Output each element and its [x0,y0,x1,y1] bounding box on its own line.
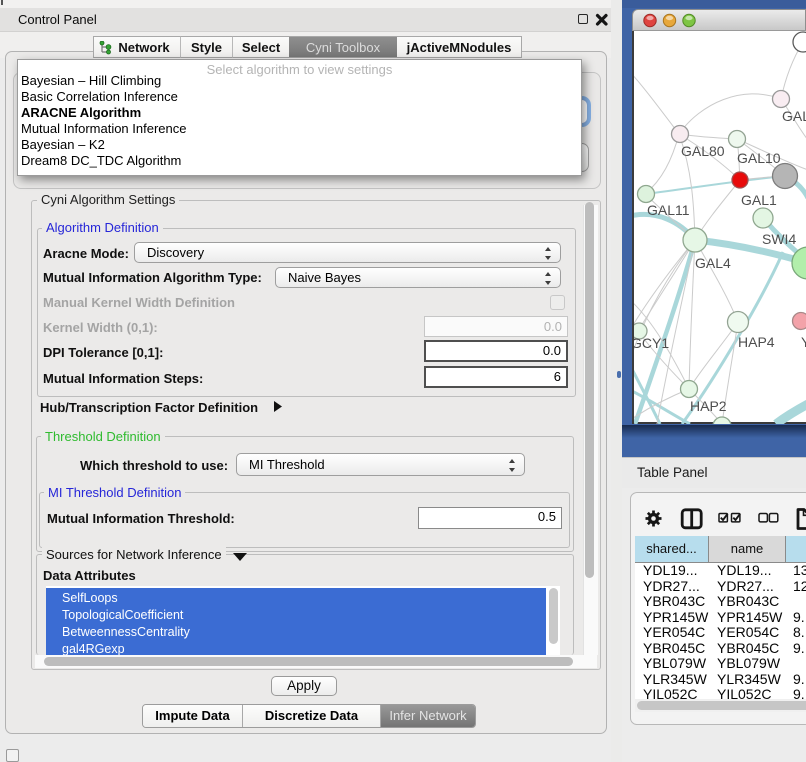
svg-text:HAP2: HAP2 [690,398,727,414]
svg-text:GAL7: GAL7 [782,108,806,124]
svg-text:GAL1: GAL1 [741,192,777,208]
svg-text:GAL80: GAL80 [681,143,725,159]
svg-text:SWI4: SWI4 [762,231,796,247]
svg-text:GCY1: GCY1 [634,335,669,351]
svg-text:GAL11: GAL11 [647,202,690,218]
svg-text:Y: Y [801,334,806,350]
svg-text:HAP4: HAP4 [738,334,775,350]
svg-text:GAL10: GAL10 [737,150,781,166]
svg-text:GAL4: GAL4 [695,255,731,271]
